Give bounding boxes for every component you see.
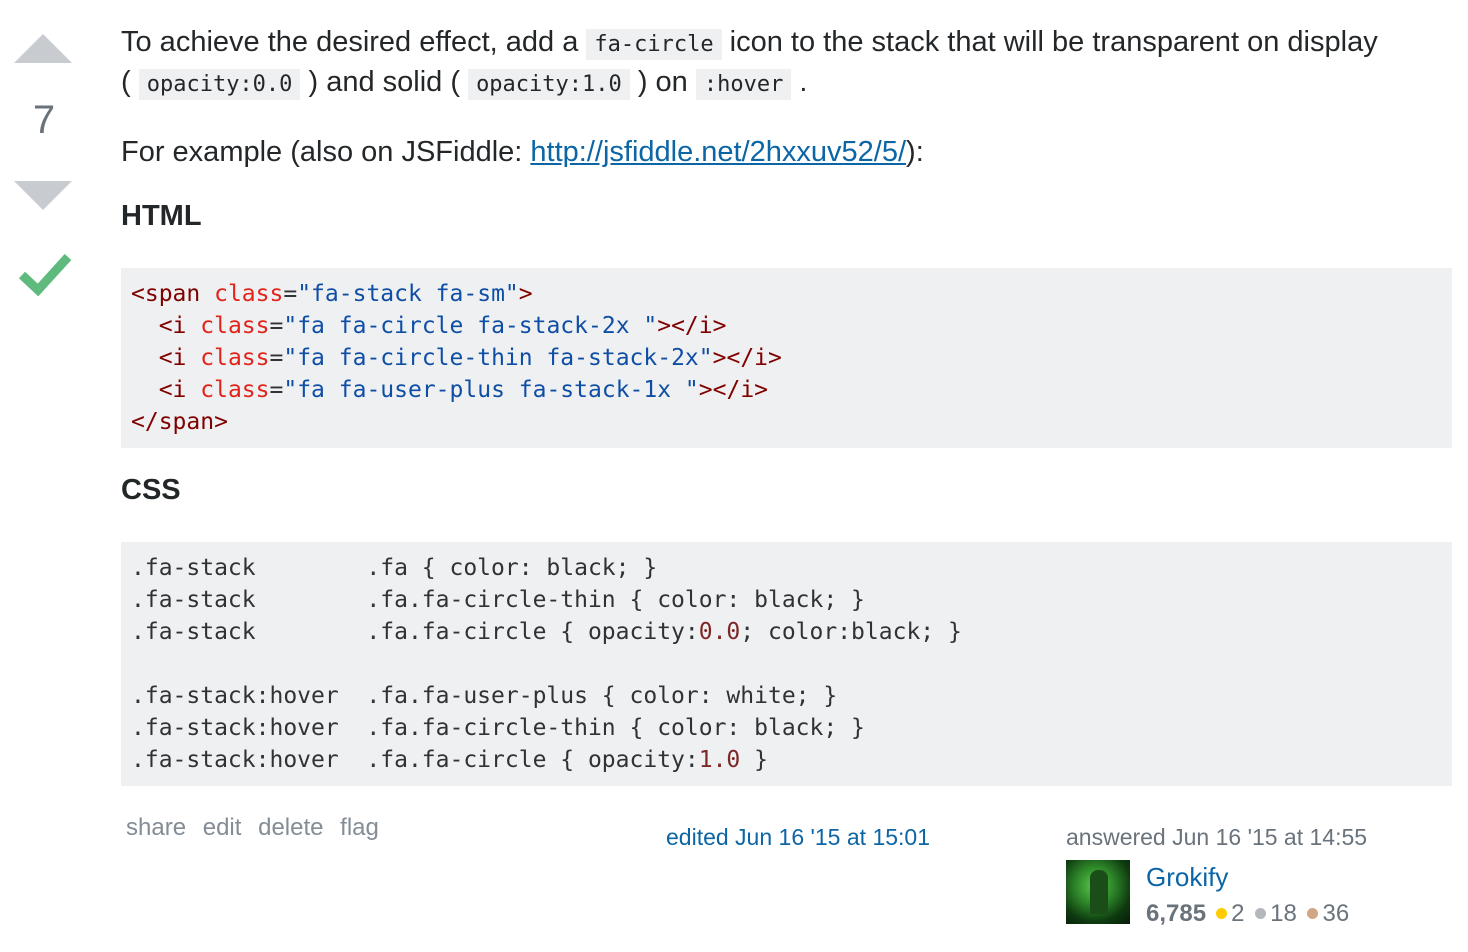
paragraph-2: For example (also on JSFiddle: http://js…	[121, 132, 924, 172]
accepted-checkmark-icon	[18, 253, 72, 297]
delete-link[interactable]: delete	[258, 814, 323, 841]
code-token: >	[518, 281, 533, 307]
code-line: .fa-stack:hover .fa.fa-user-plus { color…	[131, 683, 838, 709]
code-token: class	[214, 281, 284, 307]
post-menu: share edit delete flag	[126, 814, 389, 842]
jsfiddle-link[interactable]: http://jsfiddle.net/2hxxuv52/5/	[530, 136, 906, 168]
code-token: "fa fa-user-plus fa-stack-1x "	[283, 377, 699, 403]
answered-timestamp: answered Jun 16 '15 at 14:55	[1066, 824, 1368, 850]
css-code-block: .fa-stack .fa { color: black; } .fa-stac…	[121, 542, 1452, 786]
downvote-arrow-icon[interactable]	[14, 181, 72, 210]
text: (	[121, 66, 139, 98]
code-number: 1.0	[698, 747, 741, 773]
code-token: <i	[131, 313, 201, 339]
text: ) on	[629, 66, 696, 98]
code-token: class	[200, 313, 270, 339]
text: To achieve the desired effect, add a	[121, 26, 587, 58]
code-token: "fa fa-circle fa-stack-2x "	[283, 313, 658, 339]
paragraph-1-line-2: ( opacity:0.0 ) and solid ( opacity:1.0 …	[121, 62, 807, 105]
code-token: <i	[131, 377, 201, 403]
code-line: .fa-stack:hover .fa.fa-circle-thin { col…	[131, 715, 865, 741]
inline-code: opacity:1.0	[468, 69, 630, 100]
code-token: =	[269, 377, 284, 403]
inline-code: opacity:0.0	[138, 69, 301, 100]
heading-html: HTML	[121, 200, 202, 232]
code-token: }	[740, 747, 768, 773]
user-name-link[interactable]: Grokify	[1146, 862, 1228, 893]
silver-badge-icon	[1255, 908, 1267, 920]
user-stats: 6,785 2 18 36	[1146, 900, 1349, 928]
text: .	[791, 66, 808, 98]
bronze-badge-count: 36	[1322, 900, 1350, 927]
code-token: =	[269, 345, 284, 371]
code-token: class	[200, 345, 270, 371]
bronze-badge-icon	[1307, 908, 1319, 920]
share-link[interactable]: share	[126, 814, 186, 841]
code-line: .fa-stack .fa { color: black; }	[131, 555, 658, 581]
paragraph-1-line-1: To achieve the desired effect, add a fa-…	[121, 22, 1378, 65]
avatar[interactable]	[1066, 860, 1130, 924]
code-token: .fa-stack:hover .fa.fa-circle { opacity:	[131, 747, 699, 773]
avatar-figure	[1090, 870, 1108, 914]
silver-badge-count: 18	[1270, 900, 1297, 927]
edit-link[interactable]: edit	[203, 814, 242, 841]
code-token: ; color:black; }	[740, 619, 962, 645]
code-token: .fa-stack .fa.fa-circle { opacity:	[131, 619, 699, 645]
code-token: </span>	[131, 409, 228, 435]
code-token: =	[283, 281, 298, 307]
code-token: ></i>	[712, 345, 782, 371]
flag-link[interactable]: flag	[340, 814, 379, 841]
gold-badge-count: 2	[1231, 900, 1245, 927]
code-token: class	[200, 377, 270, 403]
text: For example (also on JSFiddle:	[121, 136, 531, 168]
code-line: .fa-stack .fa.fa-circle-thin { color: bl…	[131, 587, 865, 613]
text: ) and solid (	[300, 66, 469, 98]
edited-timestamp-link[interactable]: edited Jun 16 '15 at 15:01	[666, 824, 930, 851]
code-token: <i	[131, 345, 201, 371]
inline-code: :hover	[695, 69, 792, 100]
code-token: "fa fa-circle-thin fa-stack-2x"	[283, 345, 713, 371]
reputation-score: 6,785	[1146, 900, 1207, 927]
heading-css: CSS	[121, 474, 181, 506]
code-number: 0.0	[698, 619, 741, 645]
html-code-block: <span class="fa-stack fa-sm"> <i class="…	[121, 268, 1452, 448]
upvote-arrow-icon[interactable]	[14, 34, 72, 63]
inline-code: fa-circle	[586, 29, 722, 60]
code-token: ></i>	[698, 377, 769, 403]
text: ):	[906, 136, 924, 168]
text: icon to the stack that will be transpare…	[721, 26, 1378, 58]
gold-badge-icon	[1216, 908, 1228, 920]
code-token: "fa-stack fa-sm"	[297, 281, 519, 307]
code-token: <span	[131, 281, 215, 307]
code-token: =	[269, 313, 284, 339]
code-token: ></i>	[657, 313, 727, 339]
vote-count: 7	[32, 98, 56, 142]
